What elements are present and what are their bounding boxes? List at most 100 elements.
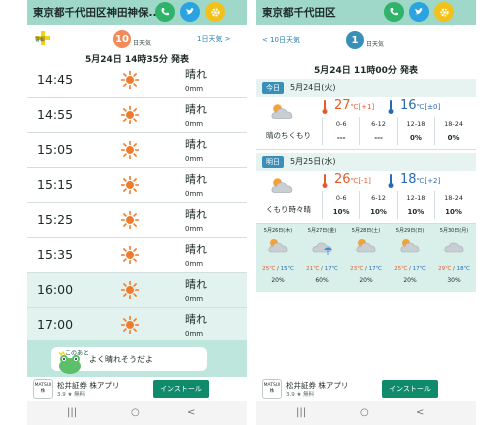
hour-time: 14:45 xyxy=(37,72,74,87)
sun-icon xyxy=(120,175,140,195)
hour-time: 15:15 xyxy=(37,177,74,192)
weekly-day[interactable]: 5月27日(金) 21℃ / 17℃ 60% xyxy=(300,224,344,292)
ten-day-link[interactable]: < 10日天気 xyxy=(262,35,300,45)
weekly-date: 5月26日(木) xyxy=(263,228,293,234)
hour-rain: 0mm xyxy=(185,225,204,233)
back-icon[interactable]: < xyxy=(416,407,424,418)
hour-rain: 0mm xyxy=(185,295,204,303)
rain-chance: 10% xyxy=(396,205,435,219)
sun-cloud-icon xyxy=(400,239,420,253)
phone-button[interactable] xyxy=(155,2,175,22)
rain-chance: 0% xyxy=(434,131,472,145)
gear-icon xyxy=(210,7,220,17)
weekly-day[interactable]: 5月26日(木) 25℃ / 15℃ 20% xyxy=(256,224,300,292)
home-icon[interactable]: ○ xyxy=(360,407,369,418)
subheader: 警報 10 日天気 1日天気 > xyxy=(27,27,247,51)
hourly-row: 15:15 晴れ 0mm xyxy=(27,168,247,203)
weekly-day[interactable]: 5月28日(土) 23℃ / 17℃ 20% xyxy=(344,224,388,292)
one-day-link[interactable]: 1日天気 > xyxy=(197,34,231,44)
twitter-button[interactable] xyxy=(180,2,200,22)
hour-rain: 0mm xyxy=(185,120,204,128)
sun-cloud-icon xyxy=(271,178,293,193)
umbrella-cloud-icon xyxy=(312,242,332,255)
settings-button[interactable] xyxy=(205,2,225,22)
thermometer-icon xyxy=(388,100,394,114)
hour-rain: 0mm xyxy=(185,190,204,198)
period-label: 18-24 xyxy=(434,117,472,131)
ad-banner[interactable]: MATSUI 株 松井証券 株アプリ 3.9 ★ 無料 インストール xyxy=(256,377,476,401)
recent-apps-icon[interactable]: ||| xyxy=(67,407,77,418)
ad-banner[interactable]: MATSUI 株 松井証券 株アプリ 3.9 ★ 無料 インストール xyxy=(27,377,247,401)
hourly-row: 15:05 晴れ 0mm xyxy=(27,133,247,168)
hour-weather: 晴れ xyxy=(185,278,207,291)
location-title: 東京都千代田区神田神保... xyxy=(33,7,161,19)
max-temp: 26℃[-1] xyxy=(334,172,371,187)
day-count-circle: 10 xyxy=(113,30,131,48)
phone-button[interactable] xyxy=(384,2,404,22)
period-label: 6-12 xyxy=(359,191,398,205)
phone-icon xyxy=(390,8,398,16)
twitter-button[interactable] xyxy=(409,2,429,22)
hour-time: 14:55 xyxy=(37,107,74,122)
weekly-date: 5月30日(月) xyxy=(439,228,469,234)
sun-icon xyxy=(120,105,140,125)
right-screen: 東京都千代田区 < 10日天気 1 日天気 5月24日 11時00分 発表 今日… xyxy=(256,0,476,425)
weekly-day[interactable]: 5月29日(日) 25℃ / 17℃ 20% xyxy=(388,224,432,292)
weekly-temps: 29℃ / 18℃ xyxy=(438,266,470,272)
rain-chance: 10% xyxy=(434,205,472,219)
back-icon[interactable]: < xyxy=(187,407,195,418)
hour-rain: 0mm xyxy=(185,155,204,163)
settings-button[interactable] xyxy=(434,2,454,22)
home-icon[interactable]: ○ xyxy=(131,407,140,418)
thermometer-icon xyxy=(322,100,328,114)
install-button[interactable]: インストール xyxy=(153,380,209,398)
day-tag: 明日 xyxy=(262,156,284,168)
app-header: 東京都千代田区 xyxy=(256,0,476,25)
weekly-forecast: 5月26日(木) 25℃ / 15℃ 20% 5月27日(金) 21℃ / 17℃… xyxy=(256,224,476,292)
ad-rating: 3.9 ★ 無料 xyxy=(286,392,315,398)
weekly-rain-chance: 20% xyxy=(271,277,285,284)
day-unit: 日天気 xyxy=(133,40,152,47)
sun-cloud-icon xyxy=(356,239,376,253)
hourly-row: 14:55 晴れ 0mm xyxy=(27,98,247,133)
recent-apps-icon[interactable]: ||| xyxy=(296,407,306,418)
max-temp: 27℃[+1] xyxy=(334,98,375,113)
sun-cloud-icon xyxy=(268,239,288,253)
rain-probability-table: 0-6 6-12 12-18 18-24 --- --- 0% 0% xyxy=(321,117,472,145)
period-label: 0-6 xyxy=(321,191,360,205)
sun-icon xyxy=(120,70,140,90)
hour-weather: 晴れ xyxy=(185,313,207,326)
sun-icon xyxy=(120,315,140,335)
period-label: 0-6 xyxy=(321,117,360,131)
rain-chance: --- xyxy=(321,131,360,145)
hourly-row: 14:45 晴れ 0mm xyxy=(27,63,247,98)
hour-time: 15:25 xyxy=(37,212,74,227)
min-temp: 18℃[+2] xyxy=(400,172,441,187)
weekly-rain-chance: 20% xyxy=(359,277,373,284)
install-button[interactable]: インストール xyxy=(382,380,438,398)
weekly-date: 5月27日(金) xyxy=(307,228,337,234)
phone-icon xyxy=(161,8,169,16)
weekly-temps: 25℃ / 15℃ xyxy=(262,266,294,272)
hour-rain: 0mm xyxy=(185,330,204,338)
weekly-date: 5月29日(日) xyxy=(395,228,425,234)
left-screen: 東京都千代田区神田神保... 警報 10 日天気 1日天気 > 5月24日 14… xyxy=(27,0,247,425)
condition-text: 晴のちくもり xyxy=(266,131,311,140)
sun-icon xyxy=(120,280,140,300)
cloud-icon xyxy=(444,242,464,253)
rain-probability-table: 0-6 6-12 12-18 18-24 10% 10% 10% 10% xyxy=(321,191,472,219)
android-nav-bar: ||| ○ < xyxy=(27,401,247,425)
hour-rain: 0mm xyxy=(185,260,204,268)
sun-icon xyxy=(120,140,140,160)
hour-weather: 晴れ xyxy=(185,103,207,116)
hour-weather: 晴れ xyxy=(185,138,207,151)
weekly-day[interactable]: 5月30日(月) 29℃ / 18℃ 30% xyxy=(432,224,476,292)
hour-weather: 晴れ xyxy=(185,68,207,81)
warning-badge-text: 警報 xyxy=(35,37,46,43)
weekly-temps: 21℃ / 17℃ xyxy=(306,266,338,272)
hourly-forecast-list: 14:45 晴れ 0mm 14:55 晴れ 0mm 15:05 晴れ 0mm 15:15 晴れ 0mm… xyxy=(27,63,247,343)
hourly-row: 15:25 晴れ 0mm xyxy=(27,203,247,238)
sun-icon xyxy=(120,210,140,230)
period-label: 12-18 xyxy=(396,117,435,131)
hour-weather: 晴れ xyxy=(185,243,207,256)
